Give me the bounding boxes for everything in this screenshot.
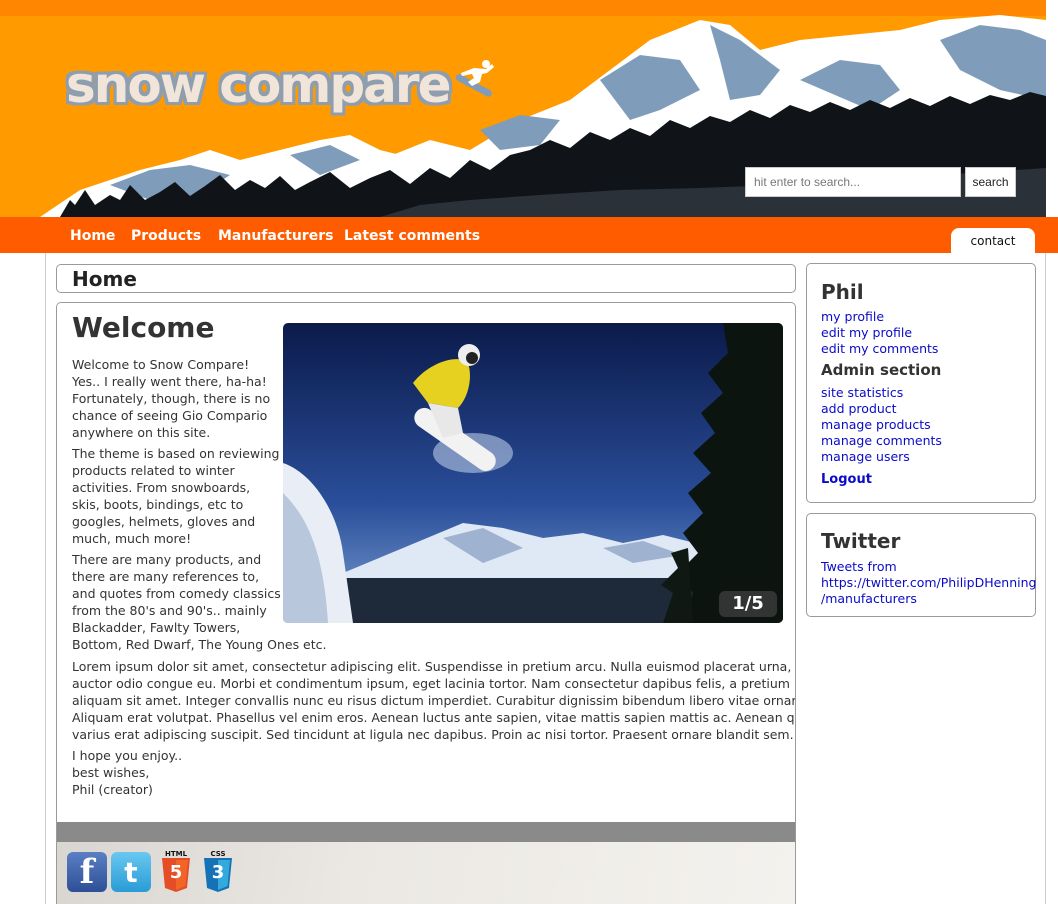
logout-link[interactable]: Logout xyxy=(821,472,872,488)
nav-manufacturers[interactable]: Manufacturers xyxy=(218,217,333,253)
text-line: anywhere on this site. xyxy=(72,425,211,440)
nav-products[interactable]: Products xyxy=(131,217,201,253)
tweets-from-link[interactable]: Tweets from xyxy=(821,559,897,575)
text-line: Fortunately, though, there is no xyxy=(72,391,271,406)
signoff-paragraph: I hope you enjoy.. best wishes, Phil (cr… xyxy=(72,747,182,798)
twitter-url-link-cont[interactable]: /manufacturers xyxy=(821,591,917,607)
text-line: The theme is based on reviewing xyxy=(72,446,280,461)
edit-comments-link[interactable]: edit my comments xyxy=(821,341,938,357)
user-sidebar-box: Phil my profile edit my profile edit my … xyxy=(806,263,1036,503)
text-line: much, much more! xyxy=(72,531,192,546)
slideshow-image[interactable]: 1/5 xyxy=(283,323,783,623)
add-product-link[interactable]: add product xyxy=(821,401,897,417)
content-box: Welcome Welcome to Snow Compare! Yes.. I… xyxy=(56,302,796,904)
welcome-heading: Welcome xyxy=(72,311,215,344)
text-line: skis, boots, bindings, etc to xyxy=(72,497,244,512)
text-line: Bottom, Red Dwarf, The Young Ones etc. xyxy=(72,637,327,652)
text-line: chance of seeing Gio Compario xyxy=(72,408,268,423)
contact-tab[interactable]: contact xyxy=(951,228,1035,254)
site-header: snow compare search xyxy=(0,0,1058,217)
text-line: products related to winter xyxy=(72,463,235,478)
lorem-paragraph: Lorem ipsum dolor sit amet, consectetur … xyxy=(72,658,796,743)
page-title: Home xyxy=(72,267,137,291)
twitter-icon[interactable]: t xyxy=(111,852,151,892)
text-line: Welcome to Snow Compare! xyxy=(72,357,250,372)
css3-label: CSS xyxy=(210,850,226,858)
manage-products-link[interactable]: manage products xyxy=(821,417,931,433)
manage-comments-link[interactable]: manage comments xyxy=(821,433,942,449)
snowboarder-icon xyxy=(455,60,494,97)
facebook-icon[interactable]: f xyxy=(67,852,107,892)
text-line: activities. From snowboards, xyxy=(72,480,251,495)
user-name-heading: Phil xyxy=(821,280,864,304)
html5-icon[interactable]: HTML 5 xyxy=(161,850,191,894)
html5-number: 5 xyxy=(169,862,183,883)
site-logo[interactable]: snow compare xyxy=(66,56,451,114)
slideshow-counter: 1/5 xyxy=(719,591,777,617)
text-line: googles, helmets, gloves and xyxy=(72,514,256,529)
footer-area: f t HTML 5 CSS 3 xyxy=(57,842,795,904)
html5-label: HTML xyxy=(164,850,188,858)
admin-section-heading: Admin section xyxy=(821,361,942,379)
site-statistics-link[interactable]: site statistics xyxy=(821,385,903,401)
intro-paragraph: Welcome to Snow Compare! Yes.. I really … xyxy=(72,356,270,441)
footer-bar xyxy=(57,822,795,842)
text-line: Phil (creator) xyxy=(72,782,153,797)
text-line: aliquam sit amet. Integer convallis nunc… xyxy=(72,693,796,708)
header-right-edge xyxy=(1046,0,1058,217)
theme-paragraph: The theme is based on reviewing products… xyxy=(72,445,279,547)
text-line: Aliquam erat volutpat. Phasellus vel eni… xyxy=(72,710,796,725)
manage-users-link[interactable]: manage users xyxy=(821,449,910,465)
page-title-box: Home xyxy=(56,264,796,293)
text-line: Yes.. I really went there, ha-ha! xyxy=(72,374,267,389)
my-profile-link[interactable]: my profile xyxy=(821,309,884,325)
edit-profile-link[interactable]: edit my profile xyxy=(821,325,912,341)
snowboarder-photo xyxy=(283,323,783,623)
twitter-sidebar-box: Twitter Tweets from https://twitter.com/… xyxy=(806,513,1036,617)
text-line: best wishes, xyxy=(72,765,150,780)
search-button[interactable]: search xyxy=(965,167,1016,197)
css3-icon[interactable]: CSS 3 xyxy=(203,850,233,894)
main-nav: Home Products Manufacturers Latest comme… xyxy=(0,217,1058,253)
twitter-url-link[interactable]: https://twitter.com/PhilipDHenning xyxy=(821,575,1036,591)
text-line: I hope you enjoy.. xyxy=(72,748,183,763)
css3-number: 3 xyxy=(211,862,225,883)
search-input[interactable] xyxy=(745,167,961,197)
nav-home[interactable]: Home xyxy=(70,217,115,253)
text-line: varius erat adipiscing suscipit. Sed tin… xyxy=(72,727,794,742)
nav-latest-comments[interactable]: Latest comments xyxy=(344,217,480,253)
text-line: Lorem ipsum dolor sit amet, consectetur … xyxy=(72,659,796,674)
text-line: auctor odio congue eu. Morbi et condimen… xyxy=(72,676,796,691)
twitter-heading: Twitter xyxy=(821,529,901,553)
